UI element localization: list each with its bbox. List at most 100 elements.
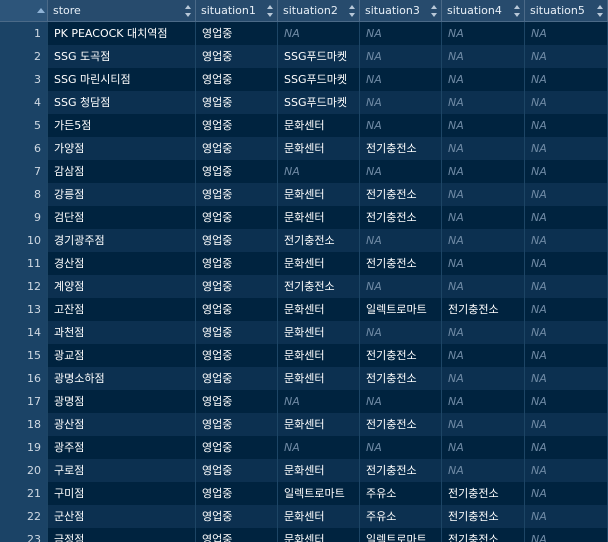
table-cell-situation2[interactable]: 문화센터 <box>278 114 360 137</box>
table-cell-situation2[interactable]: NA <box>278 390 360 413</box>
table-cell-situation1[interactable]: 영업중 <box>196 22 278 45</box>
table-cell-store[interactable]: 경기광주점 <box>48 229 196 252</box>
table-cell-situation5[interactable]: NA <box>525 137 608 160</box>
table-cell-situation1[interactable]: 영업중 <box>196 160 278 183</box>
table-cell-store[interactable]: 구로점 <box>48 459 196 482</box>
table-cell-situation4[interactable]: 전기충전소 <box>442 505 525 528</box>
table-cell-situation2[interactable]: NA <box>278 436 360 459</box>
table-cell-situation5[interactable]: NA <box>525 528 608 542</box>
table-cell-situation1[interactable]: 영업중 <box>196 252 278 275</box>
table-cell-situation5[interactable]: NA <box>525 482 608 505</box>
table-cell-situation2[interactable]: SSG푸드마켓 <box>278 45 360 68</box>
table-cell-situation1[interactable]: 영업중 <box>196 183 278 206</box>
table-row[interactable]: 2 SSG 도곡점 영업중 SSG푸드마켓 NA NA NA <box>0 45 608 68</box>
table-row[interactable]: 18 광산점 영업중 문화센터 전기충전소 NA NA <box>0 413 608 436</box>
table-cell-situation2[interactable]: 문화센터 <box>278 206 360 229</box>
table-cell-store[interactable]: 과천점 <box>48 321 196 344</box>
table-row[interactable]: 6 가양점 영업중 문화센터 전기충전소 NA NA <box>0 137 608 160</box>
table-cell-situation1[interactable]: 영업중 <box>196 390 278 413</box>
table-row[interactable]: 3 SSG 마린시티점 영업중 SSG푸드마켓 NA NA NA <box>0 68 608 91</box>
table-cell-situation3[interactable]: NA <box>360 68 442 91</box>
table-cell-situation5[interactable]: NA <box>525 344 608 367</box>
table-cell-situation4[interactable]: NA <box>442 436 525 459</box>
column-header-situation3[interactable]: situation3 <box>360 0 442 21</box>
table-row[interactable]: 10 경기광주점 영업중 전기충전소 NA NA NA <box>0 229 608 252</box>
sort-icon[interactable] <box>349 5 356 17</box>
table-cell-situation2[interactable]: 전기충전소 <box>278 275 360 298</box>
table-row[interactable]: 19 광주점 영업중 NA NA NA NA <box>0 436 608 459</box>
table-row[interactable]: 5 가든5점 영업중 문화센터 NA NA NA <box>0 114 608 137</box>
rownum-header[interactable] <box>0 0 48 21</box>
table-row[interactable]: 21 구미점 영업중 일렉트로마트 주유소 전기충전소 NA <box>0 482 608 505</box>
table-cell-situation3[interactable]: 전기충전소 <box>360 367 442 390</box>
table-cell-situation4[interactable]: NA <box>442 252 525 275</box>
sort-icon[interactable] <box>37 5 45 17</box>
table-cell-situation2[interactable]: 문화센터 <box>278 344 360 367</box>
table-cell-situation5[interactable]: NA <box>525 68 608 91</box>
table-cell-situation1[interactable]: 영업중 <box>196 505 278 528</box>
table-row[interactable]: 13 고잔점 영업중 문화센터 일렉트로마트 전기충전소 NA <box>0 298 608 321</box>
table-row[interactable]: 14 과천점 영업중 문화센터 NA NA NA <box>0 321 608 344</box>
table-cell-situation5[interactable]: NA <box>525 505 608 528</box>
table-cell-situation1[interactable]: 영업중 <box>196 206 278 229</box>
table-cell-store[interactable]: 광교점 <box>48 344 196 367</box>
table-cell-situation2[interactable]: 문화센터 <box>278 252 360 275</box>
table-cell-store[interactable]: SSG 청담점 <box>48 91 196 114</box>
table-cell-store[interactable]: 감삼점 <box>48 160 196 183</box>
table-cell-situation5[interactable]: NA <box>525 252 608 275</box>
table-cell-situation2[interactable]: 문화센터 <box>278 298 360 321</box>
table-cell-situation5[interactable]: NA <box>525 436 608 459</box>
table-cell-store[interactable]: 금정점 <box>48 528 196 542</box>
table-cell-store[interactable]: 고잔점 <box>48 298 196 321</box>
table-cell-situation1[interactable]: 영업중 <box>196 367 278 390</box>
table-cell-store[interactable]: 계양점 <box>48 275 196 298</box>
table-cell-situation4[interactable]: NA <box>442 275 525 298</box>
table-cell-situation3[interactable]: NA <box>360 45 442 68</box>
table-cell-situation1[interactable]: 영업중 <box>196 275 278 298</box>
sort-icon[interactable] <box>267 5 274 17</box>
table-cell-situation2[interactable]: SSG푸드마켓 <box>278 68 360 91</box>
table-row[interactable]: 4 SSG 청담점 영업중 SSG푸드마켓 NA NA NA <box>0 91 608 114</box>
table-cell-situation4[interactable]: NA <box>442 390 525 413</box>
table-row[interactable]: 1 PK PEACOCK 대치역점 영업중 NA NA NA NA <box>0 22 608 45</box>
table-cell-situation4[interactable]: NA <box>442 413 525 436</box>
column-header-situation2[interactable]: situation2 <box>278 0 360 21</box>
table-cell-store[interactable]: 광명소하점 <box>48 367 196 390</box>
table-cell-store[interactable]: 가든5점 <box>48 114 196 137</box>
table-cell-situation3[interactable]: 전기충전소 <box>360 459 442 482</box>
table-cell-situation5[interactable]: NA <box>525 413 608 436</box>
table-cell-situation2[interactable]: 문화센터 <box>278 321 360 344</box>
table-cell-store[interactable]: 검단점 <box>48 206 196 229</box>
table-cell-situation3[interactable]: 일렉트로마트 <box>360 298 442 321</box>
table-cell-situation4[interactable]: NA <box>442 367 525 390</box>
sort-icon[interactable] <box>597 5 604 17</box>
table-cell-situation2[interactable]: 문화센터 <box>278 528 360 542</box>
table-cell-situation1[interactable]: 영업중 <box>196 114 278 137</box>
table-row[interactable]: 11 경산점 영업중 문화센터 전기충전소 NA NA <box>0 252 608 275</box>
table-cell-situation1[interactable]: 영업중 <box>196 413 278 436</box>
table-cell-situation3[interactable]: 전기충전소 <box>360 137 442 160</box>
table-cell-situation5[interactable]: NA <box>525 298 608 321</box>
table-cell-situation3[interactable]: NA <box>360 436 442 459</box>
column-header-store[interactable]: store <box>48 0 196 21</box>
table-cell-situation4[interactable]: NA <box>442 91 525 114</box>
table-cell-situation3[interactable]: NA <box>360 321 442 344</box>
table-cell-situation5[interactable]: NA <box>525 321 608 344</box>
table-cell-situation1[interactable]: 영업중 <box>196 298 278 321</box>
table-cell-store[interactable]: 경산점 <box>48 252 196 275</box>
sort-icon[interactable] <box>185 5 192 17</box>
table-cell-situation4[interactable]: NA <box>442 160 525 183</box>
table-cell-situation4[interactable]: NA <box>442 22 525 45</box>
table-cell-situation4[interactable]: NA <box>442 183 525 206</box>
table-cell-situation1[interactable]: 영업중 <box>196 436 278 459</box>
table-cell-situation2[interactable]: 문화센터 <box>278 459 360 482</box>
table-cell-store[interactable]: 강릉점 <box>48 183 196 206</box>
table-cell-situation5[interactable]: NA <box>525 275 608 298</box>
table-cell-situation2[interactable]: 일렉트로마트 <box>278 482 360 505</box>
table-cell-situation5[interactable]: NA <box>525 459 608 482</box>
table-row[interactable]: 7 감삼점 영업중 NA NA NA NA <box>0 160 608 183</box>
table-cell-situation4[interactable]: NA <box>442 45 525 68</box>
sort-icon[interactable] <box>431 5 438 17</box>
table-cell-situation4[interactable]: 전기충전소 <box>442 298 525 321</box>
table-cell-situation1[interactable]: 영업중 <box>196 528 278 542</box>
